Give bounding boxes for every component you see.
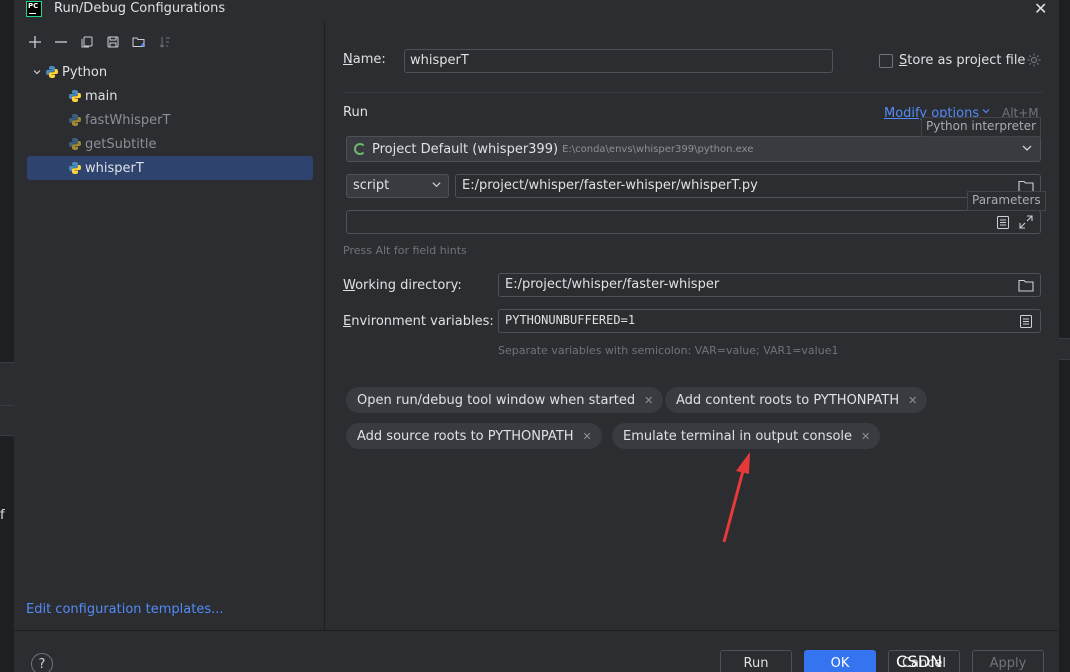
copy-icon[interactable] (74, 33, 100, 51)
parameters-field[interactable] (346, 210, 1041, 234)
expand-icon[interactable] (1019, 215, 1033, 229)
ide-background-text: f (0, 508, 5, 523)
tree-item-main[interactable]: main (27, 84, 313, 108)
run-debug-dialog: Python main fastWhisperT getSubtitle whi… (14, 22, 1059, 672)
chip-label: Add source roots to PYTHONPATH (357, 428, 574, 444)
configurations-toolbar (22, 33, 178, 51)
script-path-field[interactable]: E:/project/whisper/faster-whisper/whispe… (455, 174, 1041, 198)
configurations-panel: Python main fastWhisperT getSubtitle whi… (14, 22, 325, 630)
chevron-down-icon[interactable] (431, 179, 442, 193)
chip-label: Emulate terminal in output console (623, 428, 853, 444)
close-icon[interactable]: ✕ (908, 394, 917, 407)
option-chip[interactable]: Add content roots to PYTHONPATH ✕ (665, 387, 928, 413)
environment-variables-label: Environment variables: (343, 314, 494, 329)
store-as-project-file-label[interactable]: Store as project file (899, 53, 1025, 68)
tree-item-getsubtitle[interactable]: getSubtitle (27, 132, 313, 156)
tree-item-label: getSubtitle (85, 136, 157, 152)
list-icon[interactable] (997, 216, 1009, 229)
environment-variables-hint: Separate variables with semicolon: VAR=v… (498, 344, 839, 357)
working-directory-label: Working directory: (343, 278, 462, 293)
name-label: Name: (343, 52, 386, 67)
name-field[interactable]: whisperT (404, 49, 833, 73)
dialog-footer: ? Run OK Cancel Apply CSDN @judelaw1234 (14, 630, 1059, 672)
python-interpreter-tooltip: Python interpreter (921, 117, 1042, 137)
close-icon[interactable]: ✕ (861, 430, 870, 443)
interpreter-path: E:\conda\envs\whisper399\python.exe (562, 143, 754, 155)
ide-background-bar (1059, 338, 1070, 360)
ide-background-left (0, 22, 14, 672)
python-icon (69, 138, 81, 150)
tree-group-python[interactable]: Python (27, 60, 313, 84)
watermark: CSDN @judelaw1234 (896, 652, 1017, 672)
python-icon (69, 162, 81, 174)
add-icon[interactable] (22, 33, 48, 51)
close-icon[interactable]: ✕ (583, 430, 592, 443)
close-icon[interactable]: ✕ (644, 394, 653, 407)
folder-icon[interactable] (1018, 279, 1034, 292)
chevron-down-icon[interactable] (29, 67, 45, 77)
environment-variables-field[interactable]: PYTHONUNBUFFERED=1 (498, 309, 1041, 333)
sort-icon[interactable] (152, 33, 178, 51)
new-folder-icon[interactable] (126, 33, 152, 51)
ide-background-bar (0, 362, 14, 406)
ide-background-bar (0, 406, 14, 436)
tree-group-label: Python (62, 64, 108, 80)
tree-item-label: whisperT (85, 160, 144, 176)
working-directory-field[interactable]: E:/project/whisper/faster-whisper (498, 273, 1041, 297)
help-button[interactable]: ? (31, 653, 53, 672)
chevron-down-icon[interactable] (1021, 142, 1033, 157)
separator (343, 92, 1043, 93)
run-section-title: Run (343, 105, 368, 120)
store-as-project-file-checkbox[interactable] (879, 54, 893, 68)
option-chip[interactable]: Add source roots to PYTHONPATH ✕ (346, 423, 602, 449)
chip-label: Open run/debug tool window when started (357, 392, 636, 408)
python-icon (69, 90, 81, 102)
close-icon[interactable]: ✕ (1034, 0, 1047, 18)
option-chip[interactable]: Open run/debug tool window when started ✕ (346, 387, 664, 413)
configurations-tree: Python main fastWhisperT getSubtitle whi… (27, 60, 313, 180)
field-hint: Press Alt for field hints (343, 244, 467, 257)
run-button[interactable]: Run (720, 650, 792, 672)
pycharm-logo-icon: PC (26, 1, 42, 17)
python-icon (46, 66, 58, 78)
ok-button[interactable]: OK (804, 650, 876, 672)
tree-item-label: fastWhisperT (85, 112, 171, 128)
option-chip[interactable]: Emulate terminal in output console ✕ (612, 423, 881, 449)
save-icon[interactable] (100, 33, 126, 51)
interpreter-name: Project Default (whisper399) (372, 141, 559, 157)
loading-spinner-icon (354, 143, 366, 155)
gear-icon[interactable] (1026, 52, 1042, 68)
tree-item-fastwhispert[interactable]: fastWhisperT (27, 108, 313, 132)
tree-item-whispert[interactable]: whisperT (27, 156, 313, 180)
annotation-arrow-icon (722, 452, 750, 543)
remove-icon[interactable] (48, 33, 74, 51)
interpreter-select[interactable]: Project Default (whisper399) E:\conda\en… (346, 136, 1041, 162)
configuration-form: Name: whisperT Store as project file Run… (326, 22, 1059, 630)
tree-item-label: main (85, 88, 118, 104)
dialog-title: Run/Debug Configurations (54, 1, 226, 16)
parameters-tooltip: Parameters (967, 191, 1046, 211)
chip-label: Add content roots to PYTHONPATH (676, 392, 900, 408)
edit-templates-link[interactable]: Edit configuration templates... (26, 602, 224, 617)
python-icon (69, 114, 81, 126)
list-icon[interactable] (1020, 315, 1032, 328)
